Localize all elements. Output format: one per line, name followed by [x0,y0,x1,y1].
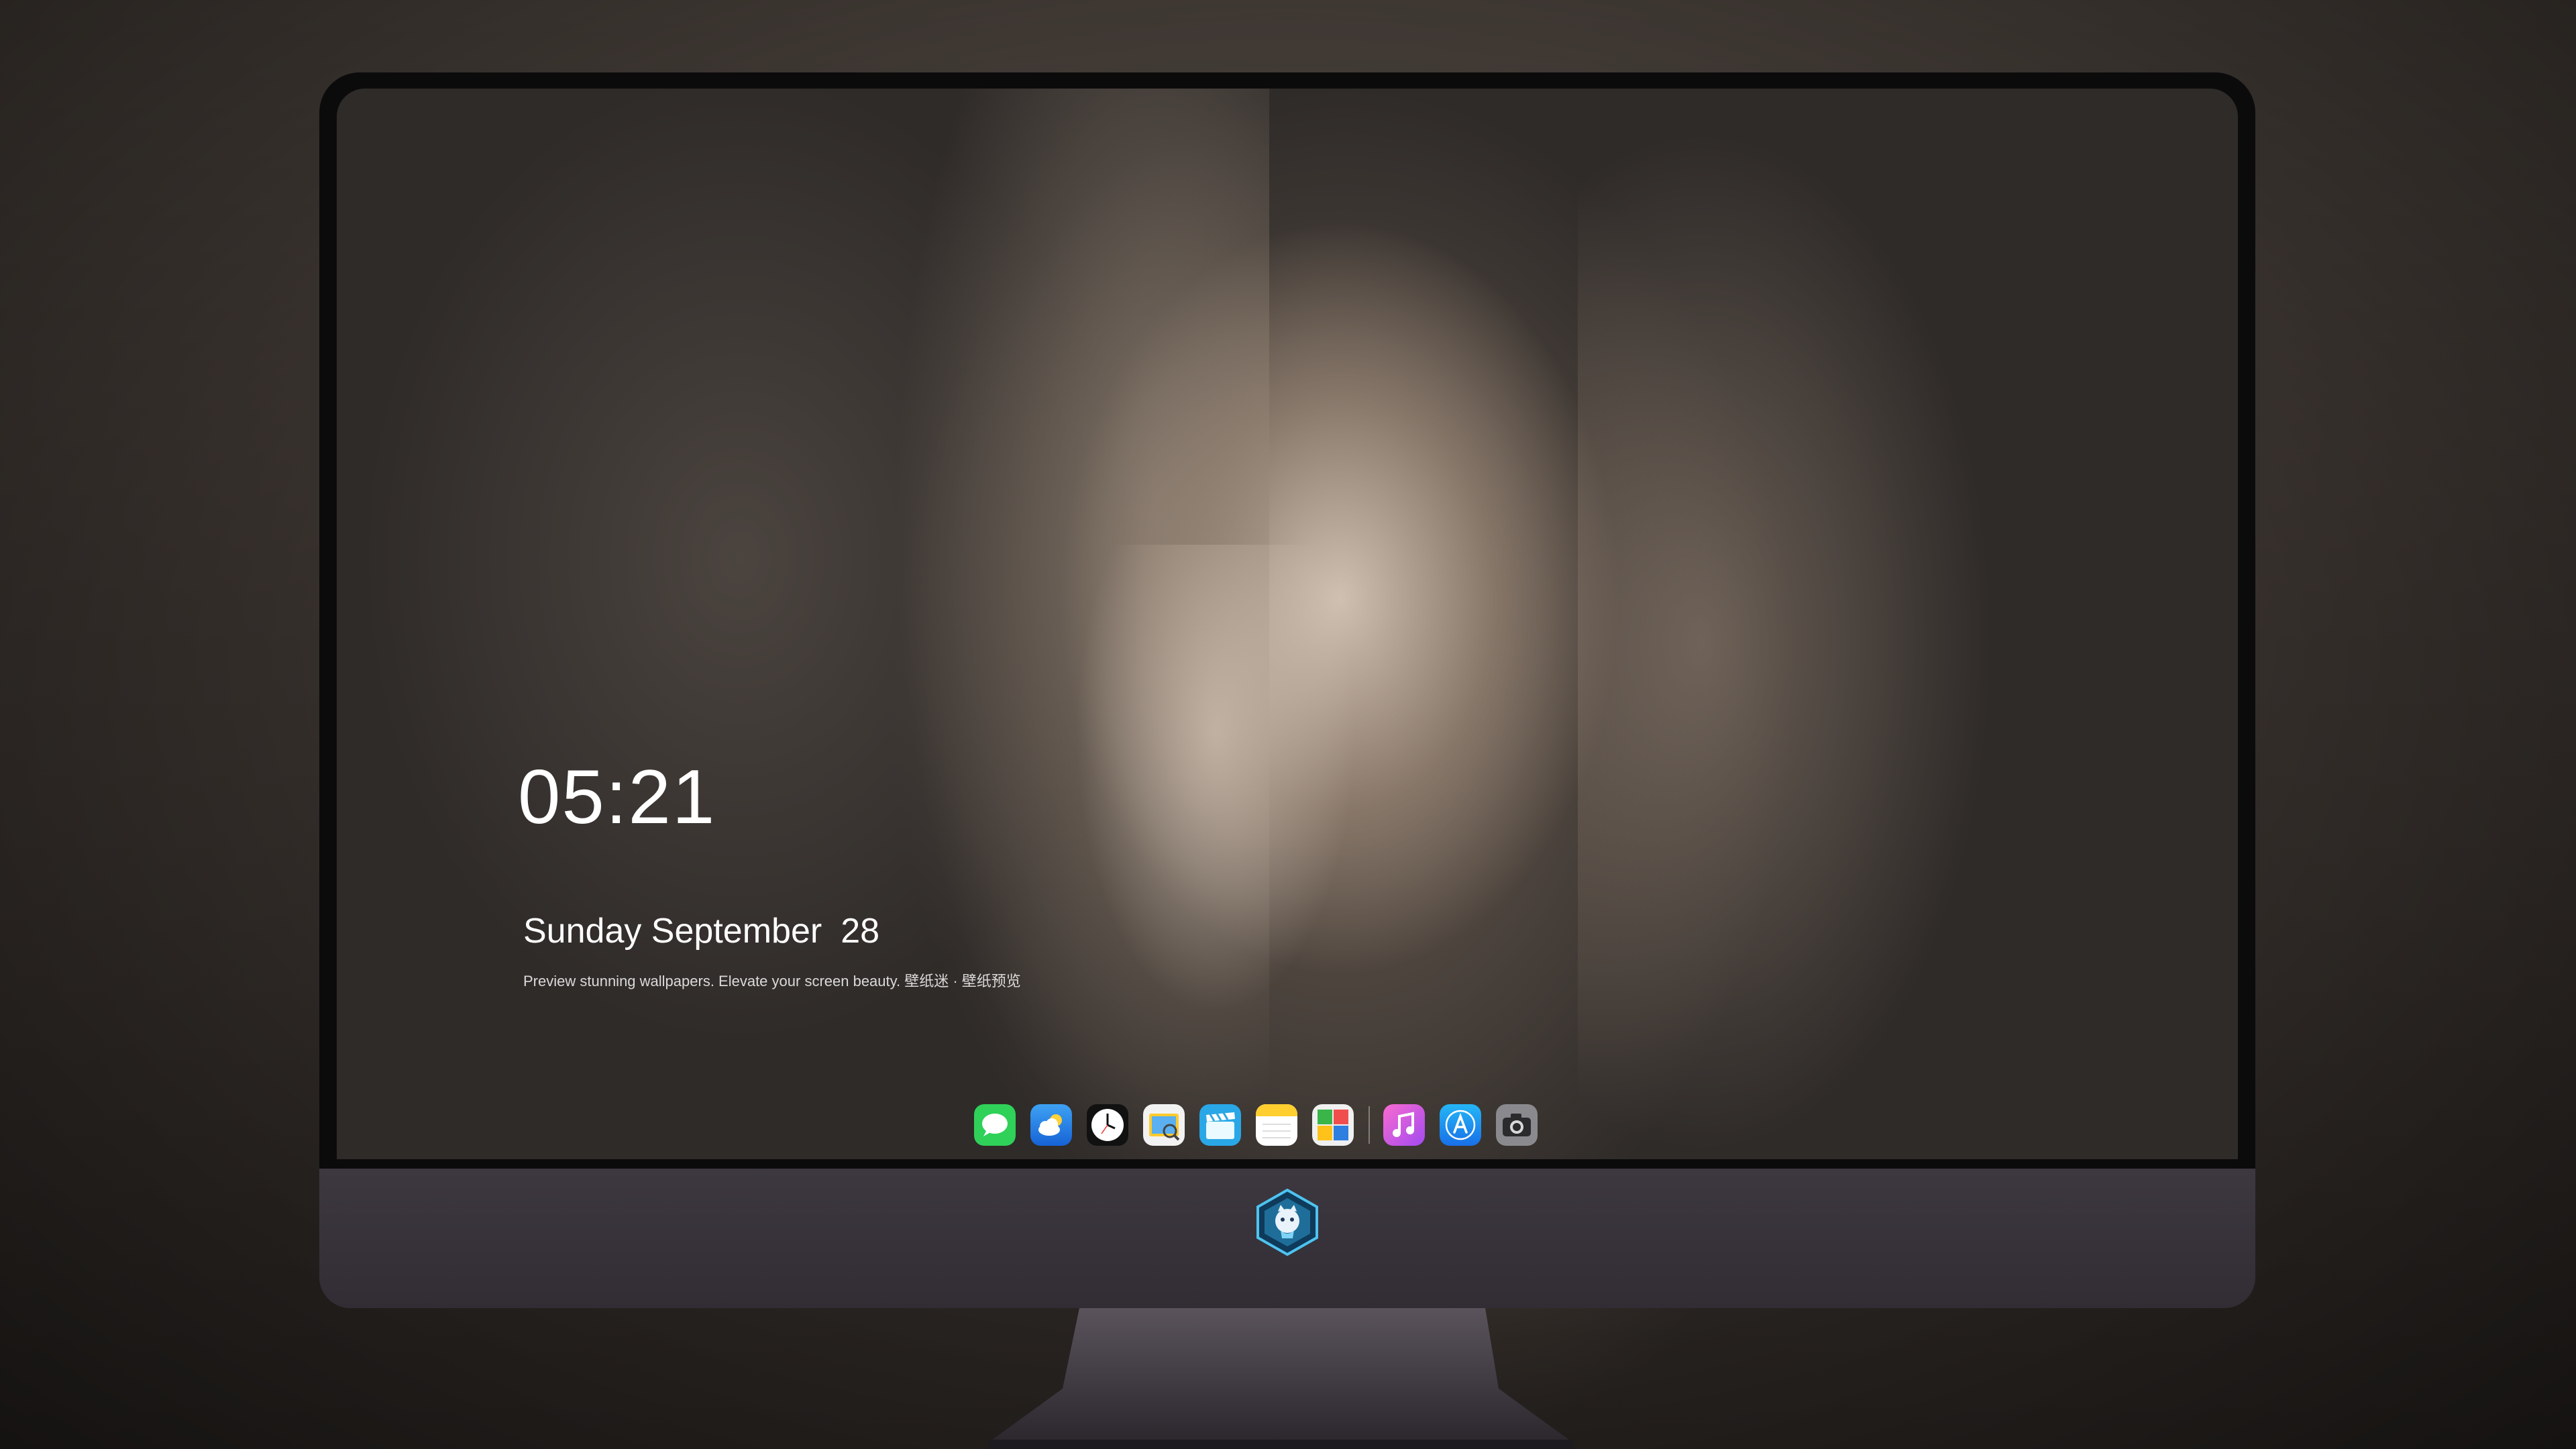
photo-booth-icon[interactable] [1312,1104,1354,1146]
clapperboard-icon[interactable] [1199,1104,1241,1146]
lock-time: 05:21 [518,755,716,840]
music-icon[interactable] [1383,1104,1425,1146]
lock-date: Sunday September 28 [523,914,879,949]
monitor-stand [989,1308,1572,1449]
weather-icon[interactable] [1030,1104,1072,1146]
dock-separator [1368,1106,1370,1144]
preview-icon[interactable] [1143,1104,1185,1146]
imac-monitor: 05:21 Sunday September 28 Preview stunnin… [319,72,2255,1308]
monitor-bezel: 05:21 Sunday September 28 Preview stunnin… [319,72,2255,1169]
lock-date-text: Sunday September [523,912,822,951]
notes-icon[interactable] [1256,1104,1297,1146]
lock-tagline: Preview stunning wallpapers. Elevate you… [523,973,1021,989]
lock-date-day: 28 [841,912,880,951]
brand-logo-icon [1254,1188,1321,1256]
camera-icon[interactable] [1496,1104,1538,1146]
desktop-screen: 05:21 Sunday September 28 Preview stunnin… [337,89,2238,1159]
clock-icon[interactable] [1087,1104,1128,1146]
wallpaper-face [1075,545,1356,1014]
wallpaper-hair-right [1578,129,1994,1155]
app-store-icon[interactable] [1440,1104,1481,1146]
messages-icon[interactable] [974,1104,1016,1146]
dock [974,1091,1601,1159]
